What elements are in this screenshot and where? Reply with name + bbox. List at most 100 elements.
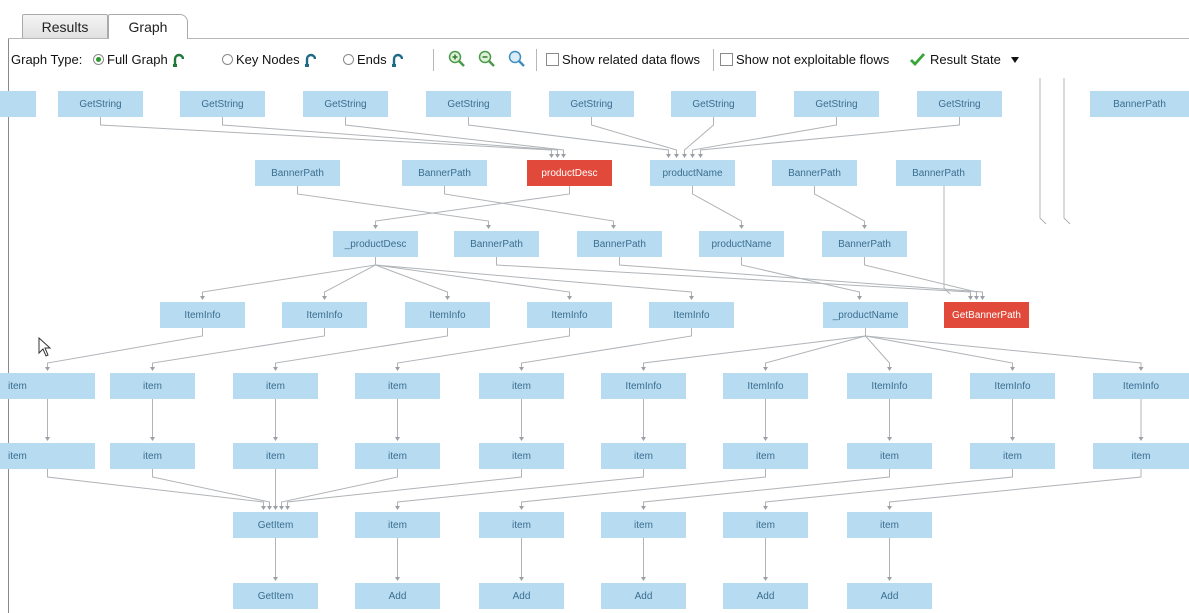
- edge-arrow-icon: [200, 296, 205, 300]
- graph-node[interactable]: ItemInfo: [970, 373, 1055, 399]
- graph-node[interactable]: Add: [479, 583, 564, 609]
- graph-node[interactable]: item: [233, 373, 318, 399]
- radio-ends[interactable]: Ends: [343, 52, 403, 67]
- edge-arrow-icon: [273, 367, 278, 371]
- graph-node[interactable]: BannerPath: [896, 160, 981, 186]
- edge-arrow-icon: [395, 367, 400, 371]
- graph-node[interactable]: BannerPath: [822, 231, 907, 257]
- show-related-flows-checkbox[interactable]: Show related data flows: [546, 52, 700, 67]
- edge-arrow-icon: [273, 577, 278, 581]
- edge-arrow-icon: [857, 296, 862, 300]
- graph-edge: [468, 117, 669, 157]
- graph-node[interactable]: item: [0, 443, 95, 469]
- graph-node[interactable]: item: [0, 373, 95, 399]
- graph-node[interactable]: item: [110, 443, 195, 469]
- radio-key-nodes[interactable]: Key Nodes: [222, 52, 316, 67]
- graph-node[interactable]: ItemInfo: [601, 373, 686, 399]
- graph-node[interactable]: item: [847, 512, 932, 538]
- graph-node[interactable]: GetItem: [233, 512, 318, 538]
- graph-node[interactable]: item: [479, 443, 564, 469]
- graph-node[interactable]: item: [355, 512, 440, 538]
- tab-results[interactable]: Results: [22, 14, 108, 38]
- graph-node[interactable]: ItemInfo: [649, 302, 734, 328]
- graph-node[interactable]: ItemInfo: [723, 373, 808, 399]
- graph-node[interactable]: ItemInfo: [405, 302, 490, 328]
- graph-node[interactable]: productName: [650, 160, 735, 186]
- graph-node[interactable]: item: [723, 443, 808, 469]
- edge-arrow-icon: [887, 367, 892, 371]
- graph-node[interactable]: GetString: [794, 91, 879, 117]
- graph-node[interactable]: ItemInfo: [160, 302, 245, 328]
- edge-arrow-icon: [373, 225, 378, 229]
- graph-node[interactable]: productDesc: [527, 160, 612, 186]
- graph-node[interactable]: BannerPath: [772, 160, 857, 186]
- edge-arrow-icon: [445, 296, 450, 300]
- graph-edge: [591, 117, 677, 157]
- edge-arrow-icon: [887, 437, 892, 441]
- radio-on-icon: [93, 54, 104, 65]
- graph-node[interactable]: Add: [847, 583, 932, 609]
- radio-off-icon: [343, 54, 354, 65]
- graph-node[interactable]: GetString: [917, 91, 1002, 117]
- graph-node[interactable]: ItemInfo: [847, 373, 932, 399]
- graph-node[interactable]: ItemInfo: [282, 302, 367, 328]
- graph-edge: [324, 257, 376, 299]
- graph-node[interactable]: ItemInfo: [527, 302, 612, 328]
- graph-node[interactable]: GetBannerPath: [944, 302, 1029, 328]
- graph-node[interactable]: ItemInfo: [1093, 373, 1189, 399]
- graph-edge: [1039, 78, 1047, 225]
- graph-node[interactable]: GetString: [426, 91, 511, 117]
- edge-arrow-icon: [611, 225, 616, 229]
- graph-node[interactable]: Add: [723, 583, 808, 609]
- graph-node[interactable]: GetString: [671, 91, 756, 117]
- toolbar-separator: [433, 49, 434, 71]
- graph-node[interactable]: item: [110, 373, 195, 399]
- zoom-out-icon[interactable]: [478, 50, 496, 68]
- graph-node[interactable]: item: [847, 443, 932, 469]
- graph-node[interactable]: BannerPath: [1090, 91, 1189, 117]
- graph-node[interactable]: BannerPath: [402, 160, 487, 186]
- graph-node[interactable]: GetString: [549, 91, 634, 117]
- graph-node[interactable]: BannerPath: [255, 160, 340, 186]
- graph-node[interactable]: item: [355, 443, 440, 469]
- result-state-dropdown[interactable]: Result State: [910, 52, 1020, 67]
- graph-node[interactable]: item: [601, 443, 686, 469]
- graph-node[interactable]: Add: [355, 583, 440, 609]
- edge-arrow-icon: [261, 506, 266, 510]
- graph-node[interactable]: item: [355, 373, 440, 399]
- graph-node[interactable]: item: [479, 512, 564, 538]
- graph-node[interactable]: item: [233, 443, 318, 469]
- graph-node[interactable]: GetString: [180, 91, 265, 117]
- graph-node[interactable]: GetString: [303, 91, 388, 117]
- mouse-cursor-icon: [38, 337, 52, 357]
- edge-arrow-icon: [641, 437, 646, 441]
- graph-node[interactable]: _productName: [823, 302, 908, 328]
- graph-node[interactable]: productName: [699, 231, 784, 257]
- radio-full-graph[interactable]: Full Graph: [93, 52, 184, 67]
- graph-edge: [47, 328, 203, 370]
- graph-node[interactable]: item: [970, 443, 1055, 469]
- edge-arrow-icon: [739, 225, 744, 229]
- edge-arrow-icon: [862, 225, 867, 229]
- edge-arrow-icon: [666, 154, 671, 158]
- edge-arrow-icon: [273, 437, 278, 441]
- graph-node[interactable]: item: [479, 373, 564, 399]
- graph-node[interactable]: BannerPath: [454, 231, 539, 257]
- tab-graph[interactable]: Graph: [108, 14, 188, 39]
- graph-node[interactable]: Add: [601, 583, 686, 609]
- zoom-in-icon[interactable]: [448, 50, 466, 68]
- graph-node-partial[interactable]: [0, 91, 36, 117]
- graph-node[interactable]: item: [601, 512, 686, 538]
- graph-node[interactable]: item: [1093, 443, 1189, 469]
- checkmark-icon: [910, 53, 925, 66]
- show-not-exploitable-checkbox[interactable]: Show not exploitable flows: [720, 52, 889, 67]
- graph-node[interactable]: GetItem: [233, 583, 318, 609]
- zoom-fit-icon[interactable]: [508, 50, 526, 68]
- edge-arrow-icon: [682, 154, 687, 158]
- graph-canvas[interactable]: GetString GetString GetString GetString GetS…: [0, 78, 1189, 613]
- graph-node[interactable]: BannerPath: [577, 231, 662, 257]
- edge-arrow-icon: [763, 367, 768, 371]
- graph-node[interactable]: item: [723, 512, 808, 538]
- graph-node[interactable]: GetString: [58, 91, 143, 117]
- graph-node[interactable]: _productDesc: [333, 231, 418, 257]
